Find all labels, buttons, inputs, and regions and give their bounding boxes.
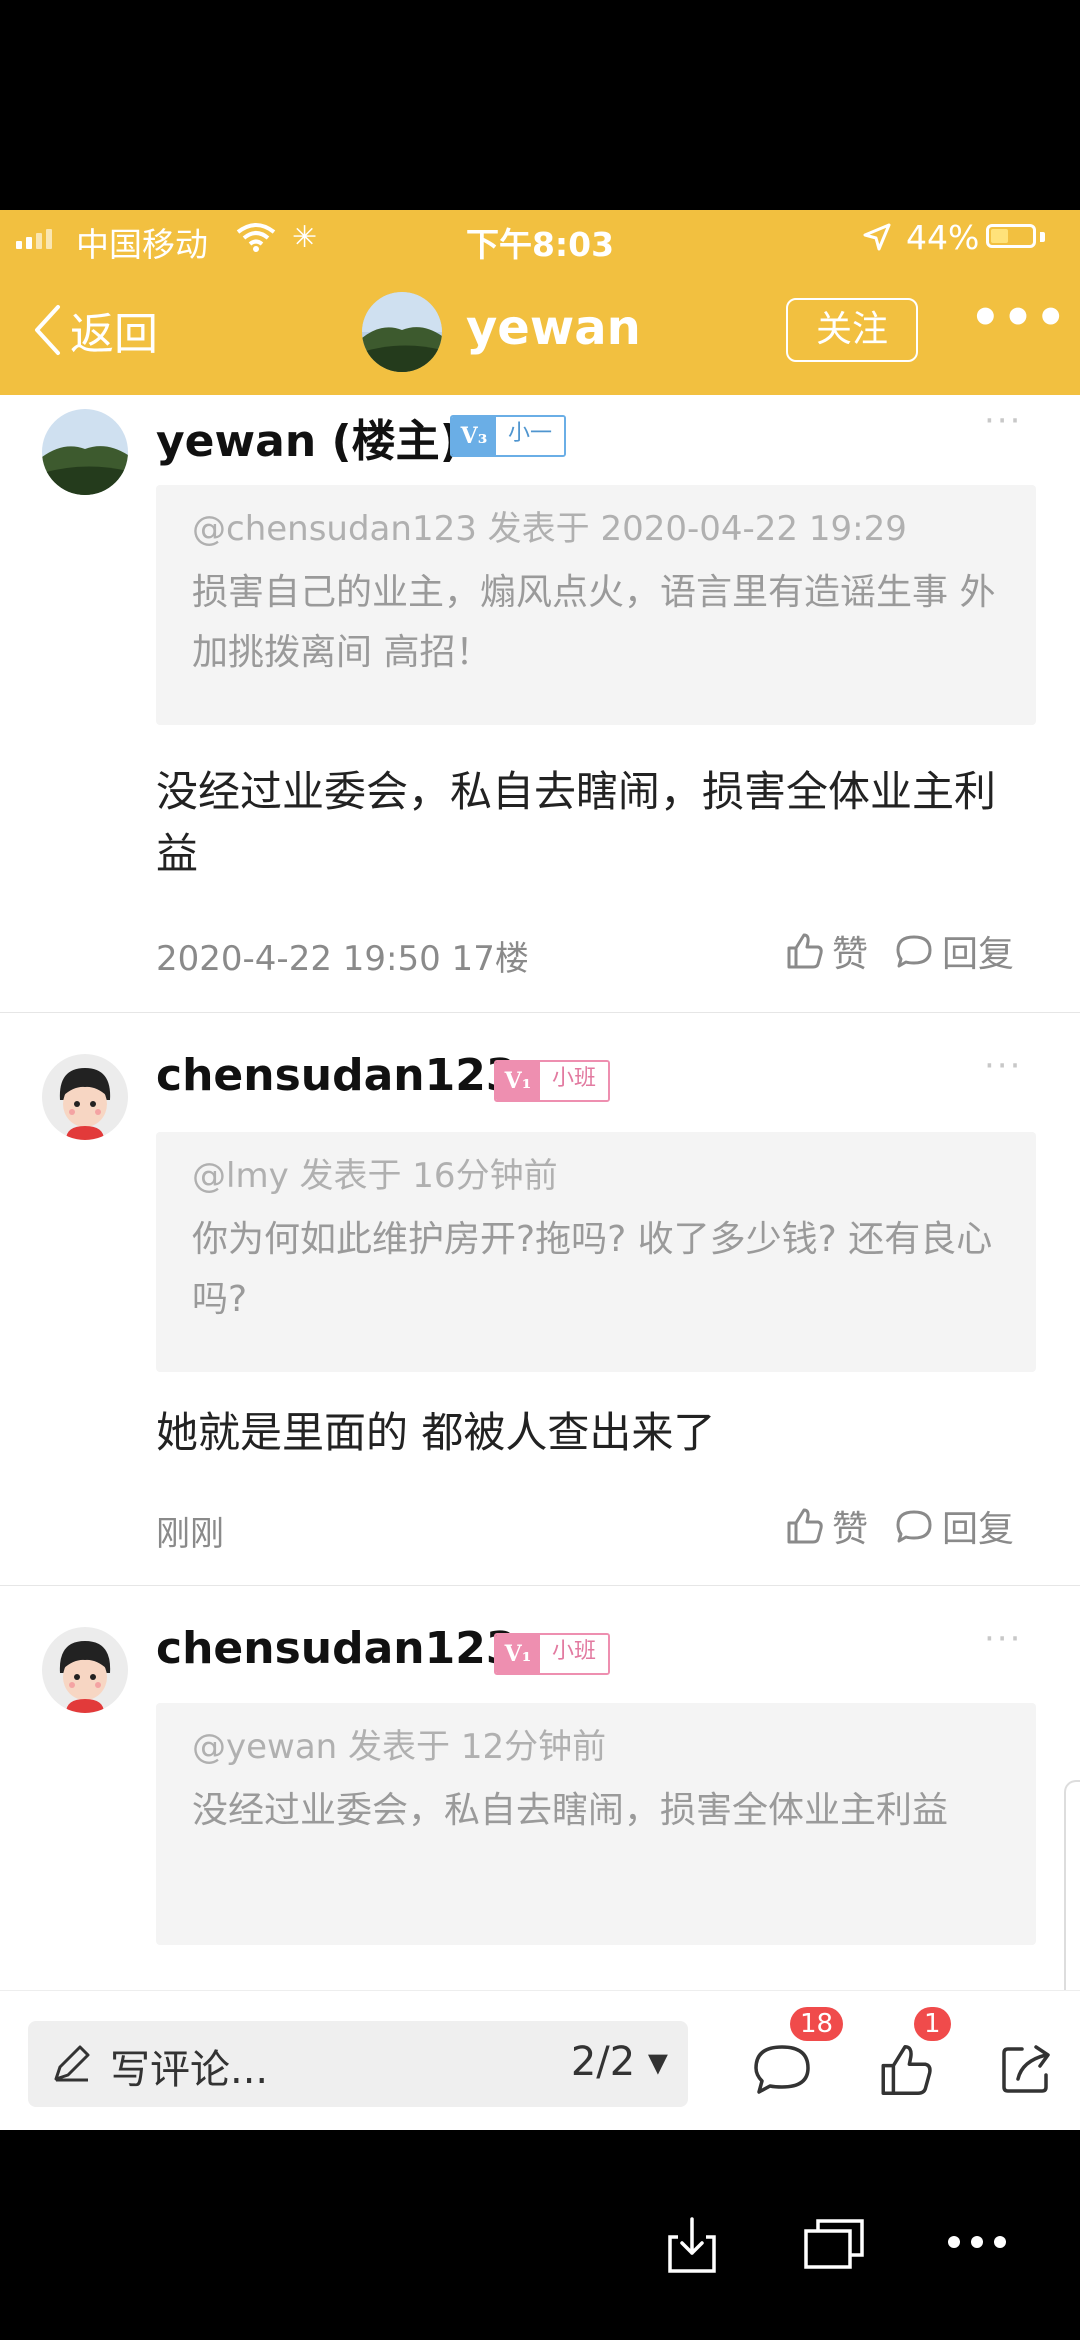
quote-body: 损害自己的业主，煽风点火，语言里有造谣生事 外加挑拨离间 高招！ <box>192 572 996 673</box>
commenter-name[interactable]: chensudan123 <box>156 1050 516 1101</box>
comment-more-icon[interactable]: ··· <box>984 401 1022 441</box>
nav-username[interactable]: yewan <box>466 300 641 356</box>
more-icon[interactable]: ••• <box>970 290 1068 346</box>
follow-button[interactable]: 关注 <box>786 298 918 362</box>
comments-button[interactable] <box>752 2041 812 2101</box>
comment-more-icon[interactable]: ··· <box>984 1046 1022 1086</box>
status-bar: 中国移动 ✳ 下午8:03 44% <box>0 210 1080 270</box>
level-badge: V₃ 小一 <box>450 415 567 457</box>
reply-bubble-icon <box>896 935 932 968</box>
nav-bar: 返回 yewan 关注 ••• <box>0 270 1080 395</box>
like-count-badge: 1 <box>914 2007 951 2041</box>
back-label: 返回 <box>70 309 158 360</box>
reply-label: 回复 <box>942 934 1015 975</box>
level-badge: V₁ 小班 <box>494 1633 611 1675</box>
reply-label: 回复 <box>942 1509 1015 1550</box>
write-comment-placeholder: 写评论... <box>110 2047 269 2093</box>
divider <box>0 1012 1080 1013</box>
chevron-left-icon <box>35 305 60 355</box>
quote-body: 你为何如此维护房开?拖吗? 收了多少钱? 还有良心吗? <box>192 1219 993 1320</box>
battery-icon <box>986 224 1036 248</box>
comment-input-bar: 写评论... 2/2 ▾ 18 1 <box>0 1990 1080 2131</box>
share-button[interactable] <box>998 2041 1054 2101</box>
level-badge-level: V₁ <box>496 1635 540 1673</box>
commenter-name[interactable]: yewan (楼主) <box>156 405 460 469</box>
quoted-comment[interactable]: @yewan 发表于 12分钟前 没经过业委会，私自去瞎闹，损害全体业主利益 <box>156 1703 1036 1945</box>
level-badge-level: V₁ <box>496 1062 540 1100</box>
write-comment-field[interactable]: 写评论... 2/2 ▾ <box>28 2021 688 2107</box>
windows-icon[interactable] <box>802 2215 868 2271</box>
battery-percent: 44% <box>906 218 980 257</box>
reply-bubble-icon <box>896 1510 932 1543</box>
avatar[interactable] <box>42 1627 128 1713</box>
battery-tip <box>1040 232 1045 242</box>
download-icon[interactable] <box>664 2215 720 2275</box>
like-label: 赞 <box>832 1509 869 1550</box>
level-badge-text: 小班 <box>540 1062 609 1100</box>
comment-list: yewan (楼主) V₃ 小一 ··· @chensudan123 发表于 2… <box>0 395 1080 1990</box>
more-options-icon[interactable] <box>946 2232 1008 2252</box>
like-button[interactable]: 赞 <box>784 1500 868 1552</box>
avatar[interactable] <box>42 409 128 495</box>
bottom-black-area <box>0 2130 1080 2340</box>
divider <box>0 1585 1080 1586</box>
like-post-button[interactable] <box>876 2041 934 2103</box>
location-arrow-icon <box>863 223 891 251</box>
reply-button[interactable]: 回复 <box>894 1500 1014 1552</box>
quote-header: @chensudan123 发表于 2020-04-22 19:29 <box>192 509 907 549</box>
user-avatar[interactable] <box>362 292 442 372</box>
reply-button[interactable]: 回复 <box>894 925 1014 977</box>
commenter-name[interactable]: chensudan123 <box>156 1623 516 1674</box>
share-icon <box>1002 2045 1050 2093</box>
comment-count-badge: 18 <box>790 2007 844 2041</box>
comment-body: 没经过业委会，私自去瞎闹，损害全体业主利益 <box>156 767 997 878</box>
level-badge-text: 小一 <box>496 417 565 455</box>
level-badge: V₁ 小班 <box>494 1060 611 1102</box>
comment-actions: 赞 回复 <box>784 1500 1014 1552</box>
battery-level <box>991 229 1009 243</box>
top-black-area <box>0 0 1080 210</box>
thumbs-up-icon <box>787 933 823 969</box>
comment-meta: 刚刚 <box>156 1514 224 1554</box>
comment-meta: 2020-4-22 19:50 17楼 <box>156 939 529 979</box>
scroll-indicator[interactable] <box>1064 1780 1080 1990</box>
like-label: 赞 <box>832 934 869 975</box>
comment-more-icon[interactable]: ··· <box>984 1619 1022 1659</box>
avatar[interactable] <box>42 1054 128 1140</box>
thumbs-up-icon <box>787 1508 823 1544</box>
level-badge-level: V₃ <box>452 417 496 455</box>
comment-bubble-icon <box>754 2045 810 2094</box>
comment-body: 她就是里面的 都被人查出来了 <box>156 1408 716 1457</box>
quoted-comment[interactable]: @chensudan123 发表于 2020-04-22 19:29 损害自己的… <box>156 485 1036 725</box>
back-button[interactable]: 返回 <box>32 298 158 362</box>
pencil-icon <box>54 2045 90 2082</box>
quote-header: @lmy 发表于 16分钟前 <box>192 1156 558 1196</box>
level-badge-text: 小班 <box>540 1635 609 1673</box>
quote-body: 没经过业委会，私自去瞎闹，损害全体业主利益 <box>192 1790 949 1831</box>
quoted-comment[interactable]: @lmy 发表于 16分钟前 你为何如此维护房开?拖吗? 收了多少钱? 还有良心… <box>156 1132 1036 1372</box>
quote-header: @yewan 发表于 12分钟前 <box>192 1727 607 1767</box>
thumbs-up-icon <box>881 2045 932 2095</box>
page-indicator[interactable]: 2/2 ▾ <box>571 2039 668 2085</box>
comment-actions: 赞 回复 <box>784 925 1014 977</box>
like-button[interactable]: 赞 <box>784 925 868 977</box>
